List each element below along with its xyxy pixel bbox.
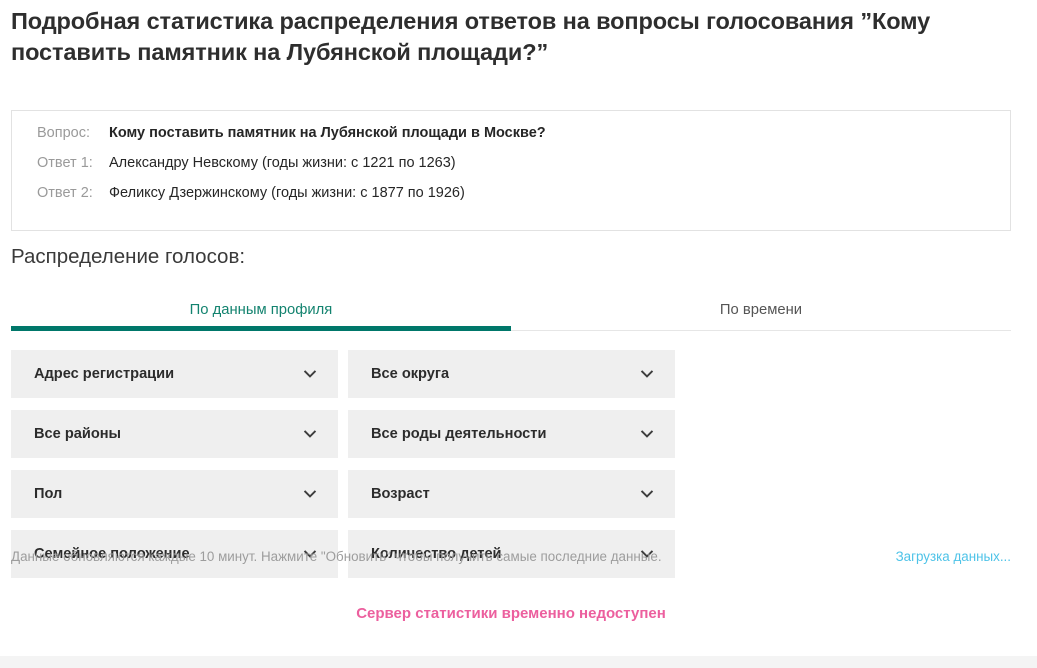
answer-1-row: Ответ 1: Александру Невскому (годы жизни…: [12, 155, 1010, 185]
page-title: Подробная статистика распределения ответ…: [11, 8, 931, 65]
filter-gender[interactable]: Пол: [11, 470, 338, 518]
loading-data-link[interactable]: Загрузка данных...: [896, 549, 1011, 564]
refresh-note: Данные обновляются каждые 10 минут. Нажм…: [11, 549, 662, 564]
answer-2-label: Ответ 2:: [37, 185, 93, 201]
filter-gender-label: Пол: [34, 486, 63, 502]
bottom-strip: [0, 656, 1037, 668]
answer-2-row: Ответ 2: Феликсу Дзержинскому (годы жизн…: [12, 185, 1010, 215]
filter-registration-address[interactable]: Адрес регистрации: [11, 350, 338, 398]
filter-age[interactable]: Возраст: [348, 470, 675, 518]
question-text: Кому поставить памятник на Лубянской пло…: [109, 125, 546, 141]
filter-regions[interactable]: Все районы: [11, 410, 338, 458]
chevron-down-icon: [302, 426, 318, 442]
filter-age-label: Возраст: [371, 486, 430, 502]
tab-bar: По данным профиля По времени: [11, 296, 1011, 331]
status-message: Сервер статистики временно недоступен: [356, 605, 666, 622]
answer-1-text: Александру Невскому (годы жизни: с 1221 …: [109, 155, 456, 171]
filter-regions-label: Все районы: [34, 426, 122, 442]
statistics-page: Подробная статистика распределения ответ…: [0, 0, 1037, 668]
chevron-down-icon: [639, 366, 655, 382]
filter-grid: Адрес регистрации Все округа Все районы …: [11, 350, 1011, 578]
filter-districts[interactable]: Все округа: [348, 350, 675, 398]
filter-districts-label: Все округа: [371, 366, 450, 382]
section-heading: Распределение голосов:: [11, 245, 246, 268]
tab-by-time[interactable]: По времени: [511, 296, 1011, 330]
answer-2-text: Феликсу Дзержинскому (годы жизни: с 1877…: [109, 185, 465, 201]
filter-occupation-label: Все роды деятельности: [371, 426, 547, 442]
chevron-down-icon: [302, 366, 318, 382]
question-label: Вопрос:: [37, 125, 90, 141]
chevron-down-icon: [639, 486, 655, 502]
question-row: Вопрос: Кому поставить памятник на Лубян…: [12, 125, 1010, 155]
answer-1-label: Ответ 1:: [37, 155, 93, 171]
chevron-down-icon: [302, 486, 318, 502]
filter-registration-address-label: Адрес регистрации: [34, 366, 175, 382]
question-card: Вопрос: Кому поставить памятник на Лубян…: [11, 110, 1011, 231]
filter-occupation[interactable]: Все роды деятельности: [348, 410, 675, 458]
footer-note-row: Данные обновляются каждые 10 минут. Нажм…: [11, 549, 1011, 564]
tab-by-profile-data[interactable]: По данным профиля: [11, 296, 511, 331]
chevron-down-icon: [639, 426, 655, 442]
